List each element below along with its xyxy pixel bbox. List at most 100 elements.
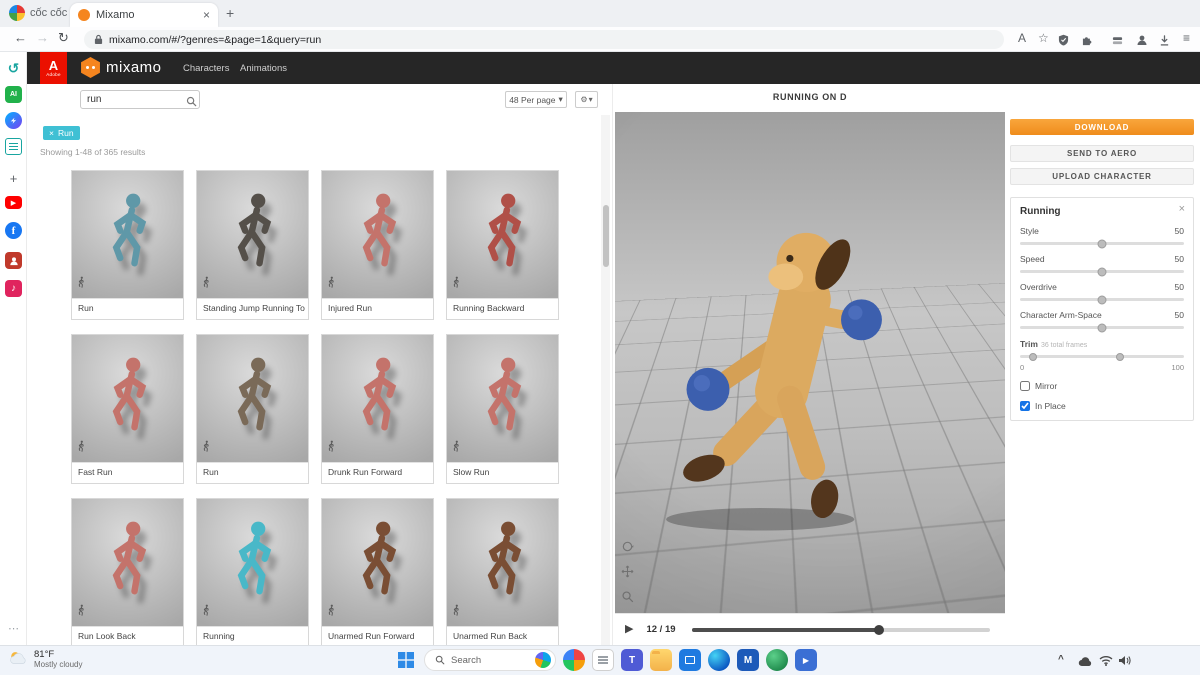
bookmark-star-icon[interactable]: ☆ (1038, 32, 1049, 44)
tab-close-icon[interactable]: × (203, 9, 210, 21)
notes-icon[interactable] (5, 138, 22, 155)
animation-thumbnail[interactable] (447, 171, 558, 298)
animation-card[interactable]: Unarmed Run Forward (321, 498, 434, 645)
taskbar-app-media[interactable]: ▶ (795, 649, 817, 671)
tray-expand-icon[interactable]: ^ (1058, 654, 1064, 665)
nav-animations[interactable]: Animations (240, 63, 287, 74)
slider-overdrive-handle[interactable] (1097, 295, 1107, 304)
new-tab-button[interactable]: + (226, 5, 234, 21)
slider-style[interactable] (1020, 239, 1184, 248)
taskbar-app-word[interactable]: M (737, 649, 759, 671)
settings-dropdown-button[interactable]: ⚙ ▾ (575, 91, 598, 108)
animation-thumbnail[interactable] (322, 499, 433, 626)
trim-start-handle[interactable] (1029, 352, 1038, 361)
downloads-icon[interactable] (1159, 33, 1170, 51)
animation-card[interactable]: Running Backward (446, 170, 559, 320)
chip-close-icon[interactable]: × (49, 128, 54, 138)
history-icon[interactable]: ↺ (5, 60, 22, 77)
upload-character-button[interactable]: UPLOAD CHARACTER (1010, 168, 1194, 185)
reload-icon[interactable]: ↻ (58, 31, 69, 44)
reading-list-icon[interactable] (1112, 33, 1123, 51)
animation-thumbnail[interactable] (72, 499, 183, 626)
viewport-3d[interactable] (615, 112, 1005, 613)
animation-search-input[interactable] (80, 90, 200, 109)
taskbar-app-edge[interactable] (708, 649, 730, 671)
filter-chip-run[interactable]: × Run (43, 126, 80, 140)
back-icon[interactable]: ← (14, 31, 27, 44)
profile-shortcut-icon[interactable] (5, 252, 22, 269)
animation-thumbnail[interactable] (322, 171, 433, 298)
address-bar[interactable]: mixamo.com/#/?genres=&page=1&query=run (84, 30, 1004, 49)
viewport-pan-icon[interactable] (621, 565, 634, 583)
animation-thumbnail[interactable] (197, 335, 308, 462)
trim-slider[interactable] (1020, 352, 1184, 361)
panel-close-icon[interactable]: × (1179, 204, 1185, 215)
animation-thumbnail[interactable] (197, 499, 308, 626)
taskbar-app-notepad[interactable] (592, 649, 614, 671)
facebook-icon[interactable]: f (5, 222, 22, 239)
slider-speed-handle[interactable] (1097, 267, 1107, 276)
browser-tab[interactable]: Mixamo × (70, 3, 218, 27)
per-page-select[interactable]: 48 Per page ▾ (505, 91, 567, 108)
animation-thumbnail[interactable] (197, 171, 308, 298)
search-highlight-icon[interactable] (535, 652, 551, 668)
youtube-icon[interactable]: ▶ (5, 196, 22, 209)
animation-card[interactable]: Unarmed Run Back (446, 498, 559, 645)
animation-thumbnail[interactable] (322, 335, 433, 462)
start-button[interactable] (395, 649, 417, 671)
slider-overdrive[interactable] (1020, 295, 1184, 304)
playback-slider[interactable] (691, 624, 990, 635)
download-button[interactable]: DOWNLOAD (1010, 119, 1194, 135)
animation-card[interactable]: Injured Run (321, 170, 434, 320)
slider-style-handle[interactable] (1097, 239, 1107, 248)
translate-icon[interactable]: A (1018, 32, 1026, 44)
animation-card[interactable]: Run Look Back (71, 498, 184, 645)
onedrive-cloud-icon[interactable] (1078, 654, 1092, 672)
taskbar-app-store[interactable] (679, 649, 701, 671)
animation-thumbnail[interactable] (72, 171, 183, 298)
music-app-icon[interactable]: ♪ (5, 280, 22, 297)
messenger-icon[interactable] (5, 112, 22, 129)
mirror-checkbox-row[interactable]: Mirror (1020, 381, 1057, 391)
slider-arm-space-handle[interactable] (1097, 323, 1107, 332)
taskbar-weather-widget[interactable]: 81°F Mostly cloudy (8, 649, 82, 669)
taskbar-app-coccoc[interactable] (563, 649, 585, 671)
sidebar-more-icon[interactable]: ⋯ (5, 620, 22, 637)
viewport-zoom-icon[interactable] (621, 590, 634, 608)
animation-card[interactable]: Drunk Run Forward (321, 334, 434, 484)
animation-card[interactable]: Slow Run (446, 334, 559, 484)
send-to-aero-button[interactable]: SEND TO AERO (1010, 145, 1194, 162)
adblock-shield-icon[interactable] (1058, 33, 1069, 51)
animation-thumbnail[interactable] (447, 335, 558, 462)
animation-card[interactable]: Standing Jump Running To (196, 170, 309, 320)
trim-end-handle[interactable] (1116, 352, 1125, 361)
animation-card[interactable]: Running (196, 498, 309, 645)
slider-speed[interactable] (1020, 267, 1184, 276)
mixamo-logo-text[interactable]: mixamo (106, 59, 162, 76)
ai-chat-icon[interactable]: AI (5, 86, 22, 103)
animation-card[interactable]: Fast Run (71, 334, 184, 484)
list-scrollbar[interactable] (601, 115, 610, 645)
taskbar-search-box[interactable]: Search (424, 649, 556, 671)
animation-card[interactable]: Run (71, 170, 184, 320)
wifi-icon[interactable] (1099, 653, 1113, 671)
taskbar-app-teams[interactable]: T (621, 649, 643, 671)
scrollbar-thumb[interactable] (602, 205, 609, 267)
animation-thumbnail[interactable] (72, 335, 183, 462)
slider-arm-space[interactable] (1020, 323, 1184, 332)
nav-characters[interactable]: Characters (183, 63, 229, 74)
in-place-checkbox-row[interactable]: In Place (1020, 401, 1066, 411)
menu-icon[interactable]: ≡ (1183, 32, 1190, 44)
play-button[interactable]: ▶ (625, 624, 633, 635)
search-icon[interactable] (186, 94, 197, 112)
taskbar-app-green[interactable] (766, 649, 788, 671)
mirror-checkbox[interactable] (1020, 381, 1030, 391)
volume-icon[interactable] (1118, 653, 1131, 671)
animation-card[interactable]: Run (196, 334, 309, 484)
taskbar-app-file-explorer[interactable] (650, 649, 672, 671)
playback-slider-thumb[interactable] (874, 624, 885, 635)
forward-icon[interactable]: → (36, 31, 49, 44)
viewport-orbit-icon[interactable] (621, 540, 634, 558)
extensions-puzzle-icon[interactable] (1082, 33, 1093, 51)
animation-thumbnail[interactable] (447, 499, 558, 626)
